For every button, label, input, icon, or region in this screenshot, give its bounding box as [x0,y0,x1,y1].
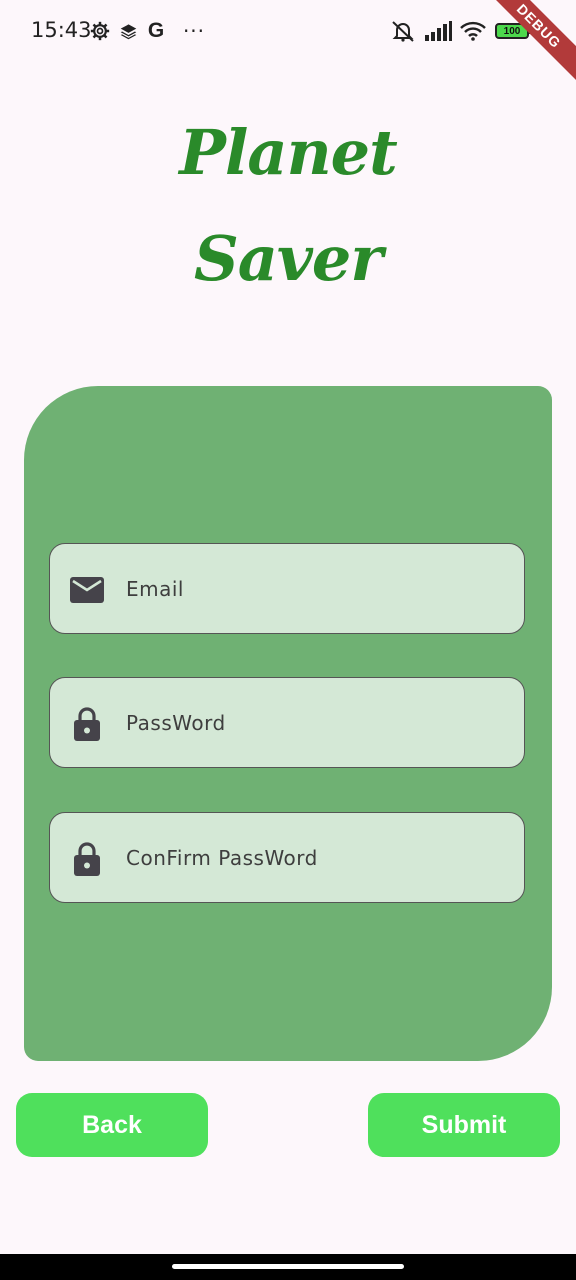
email-field-label: Email [126,577,184,601]
email-field[interactable]: Email [49,543,525,634]
system-navigation-bar [0,1254,576,1280]
alarm-off-icon [389,18,417,44]
lock-icon [69,841,105,877]
status-bar: 15:43 G ··· 100 [0,0,576,64]
lock-icon [69,706,105,742]
confirm-password-field[interactable]: ConFirm PassWord [49,812,525,903]
confirm-password-field-label: ConFirm PassWord [126,846,318,870]
app-title-line1: Planet [179,116,398,189]
more-dots-icon: ··· [182,19,206,43]
back-button[interactable]: Back [16,1093,208,1157]
email-icon [69,572,105,608]
password-field[interactable]: PassWord [49,677,525,768]
app-title: Planet Saver [0,100,576,312]
wifi-icon [459,18,487,44]
home-gesture-handle[interactable] [172,1264,404,1269]
submit-button[interactable]: Submit [368,1093,560,1157]
layers-icon [118,18,138,44]
signal-icon [423,18,453,44]
app-title-line2: Saver [193,222,383,295]
google-g-icon: G [147,19,165,42]
password-field-label: PassWord [126,711,226,735]
status-time: 15:43 [31,18,92,42]
battery-level: 100 [503,25,521,37]
settings-gear-icon [89,18,111,44]
